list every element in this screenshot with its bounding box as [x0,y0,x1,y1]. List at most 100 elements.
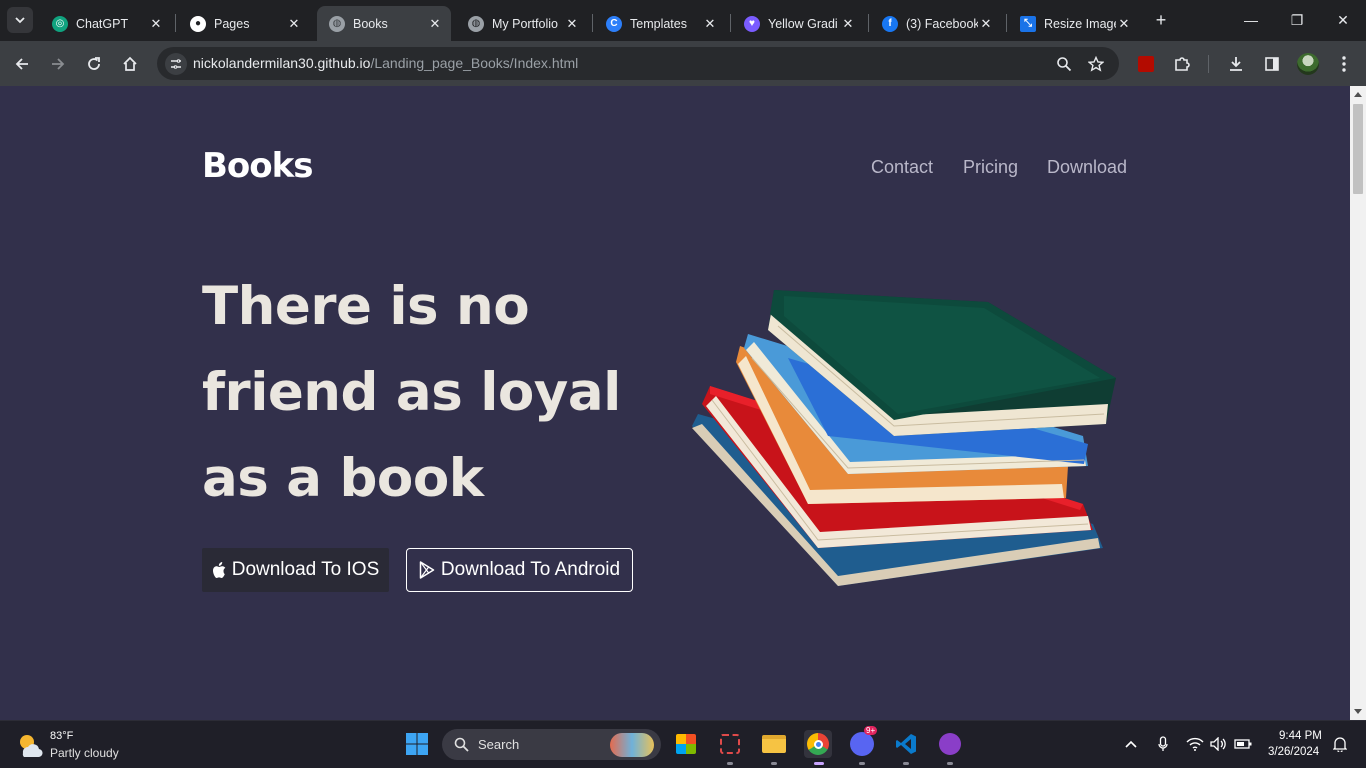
tab-label: Templates [630,16,687,31]
bookmark-star-icon[interactable] [1086,54,1106,74]
url-text[interactable]: nickolandermilan30.github.io/Landing_pag… [193,55,578,71]
tab-templates[interactable]: C Templates ✕ [594,6,726,41]
chrome-icon[interactable] [804,730,832,758]
page-scrollbar[interactable] [1350,86,1366,720]
microsoft-store-icon[interactable] [672,730,700,758]
tab-yellow-gradient[interactable]: ♥ Yellow Gradi ✕ [732,6,864,41]
close-icon[interactable]: ✕ [148,16,164,32]
scroll-thumb[interactable] [1353,104,1363,194]
close-window-button[interactable]: ✕ [1331,8,1355,32]
github-desktop-icon[interactable] [936,730,964,758]
zoom-icon[interactable] [1054,54,1074,74]
wifi-icon[interactable] [1185,734,1205,754]
close-icon[interactable]: ✕ [702,16,718,32]
hero-line: friend as loyal [202,362,621,423]
extensions-button[interactable] [1169,51,1195,77]
tab-chatgpt[interactable]: ◎ ChatGPT ✕ [40,6,172,41]
side-panel-icon [1265,57,1279,71]
arrow-left-icon [15,58,28,70]
taskbar-search[interactable]: Search [442,729,661,760]
snipping-tool-icon[interactable] [716,730,744,758]
reload-button[interactable] [81,51,107,77]
tab-separator [1006,14,1007,32]
tab-my-portfolio[interactable]: ◍ My Portfolio ✕ [456,6,588,41]
tab-books[interactable]: ◍ Books ✕ [317,6,451,41]
search-icon [454,737,469,752]
tab-label: Books [353,16,388,31]
apple-icon [212,561,226,578]
books-stack-image [692,290,1116,586]
minimize-button[interactable]: — [1239,8,1263,32]
clock-date[interactable]: 3/26/2024 [1268,746,1319,758]
nav-contact[interactable]: Contact [871,157,933,178]
download-icon [1230,57,1242,71]
battery-icon[interactable] [1233,734,1253,754]
tab-label: Resize Image [1044,16,1116,31]
nav-pricing[interactable]: Pricing [963,157,1018,178]
back-button[interactable] [9,51,35,77]
tab-label: ChatGPT [76,16,129,31]
tab-separator [730,14,731,32]
download-android-button[interactable]: Download To Android [406,548,633,592]
running-indicator [771,762,777,765]
close-icon[interactable]: ✕ [427,16,443,32]
menu-button[interactable] [1331,51,1357,77]
side-panel-button[interactable] [1259,51,1285,77]
facebook-icon: f [882,15,898,32]
tab-separator [175,14,176,32]
running-indicator [859,762,865,765]
scroll-down-arrow[interactable] [1354,709,1362,714]
heart-icon: ♥ [744,15,760,32]
tab-resize-image[interactable]: ⤡ Resize Image ✕ [1008,6,1140,41]
address-bar[interactable]: nickolandermilan30.github.io/Landing_pag… [157,47,1119,80]
hero-line: There is no [202,276,530,337]
discord-icon[interactable]: 9+ [848,726,878,758]
globe-icon: ◍ [468,15,484,32]
notifications-icon[interactable] [1330,734,1350,754]
canva-icon: C [606,15,622,32]
close-icon[interactable]: ✕ [1116,16,1132,32]
pdf-extension-button[interactable] [1133,51,1159,77]
file-explorer-icon[interactable] [760,730,788,758]
volume-icon[interactable] [1209,734,1229,754]
close-icon[interactable]: ✕ [840,16,856,32]
weather-widget[interactable] [16,731,44,759]
home-button[interactable] [117,51,143,77]
home-icon [123,56,137,71]
running-indicator [727,762,733,765]
close-icon[interactable]: ✕ [564,16,580,32]
new-tab-button[interactable]: + [1151,10,1171,30]
discord-badge: 9+ [864,726,878,735]
tab-facebook[interactable]: f (3) Facebook ✕ [870,6,1002,41]
show-hidden-icons-button[interactable] [1121,734,1141,754]
more-vertical-icon [1342,56,1346,72]
search-highlight-icon [610,733,654,757]
arrow-right-icon [52,58,65,70]
download-ios-button[interactable]: Download To IOS [202,548,389,592]
microphone-icon[interactable] [1153,734,1173,754]
running-indicator [903,762,909,765]
weather-description: Partly cloudy [50,746,119,760]
profile-button[interactable] [1295,51,1321,77]
nav-download[interactable]: Download [1047,157,1127,178]
close-icon[interactable]: ✕ [978,16,994,32]
tab-label: My Portfolio [492,16,558,31]
windows-logo-icon [406,733,428,755]
forward-button[interactable] [45,51,71,77]
downloads-button[interactable] [1223,51,1249,77]
scroll-up-arrow[interactable] [1354,92,1362,97]
restore-button[interactable]: ❐ [1285,8,1309,32]
tab-pages[interactable]: ● Pages ✕ [178,6,310,41]
hero-heading: There is no friend as loyal as a book [202,264,672,522]
tab-search-button[interactable] [7,7,33,33]
tab-separator [868,14,869,32]
start-button[interactable] [403,730,431,758]
chevron-down-icon [15,17,25,24]
vscode-icon[interactable] [892,730,920,758]
clock-time[interactable]: 9:44 PM [1279,730,1322,742]
site-info-icon[interactable] [165,53,187,75]
close-icon[interactable]: ✕ [286,16,302,32]
tab-label: Pages [214,16,250,31]
reload-icon [88,57,100,70]
brand-logo[interactable]: Books [202,146,313,186]
